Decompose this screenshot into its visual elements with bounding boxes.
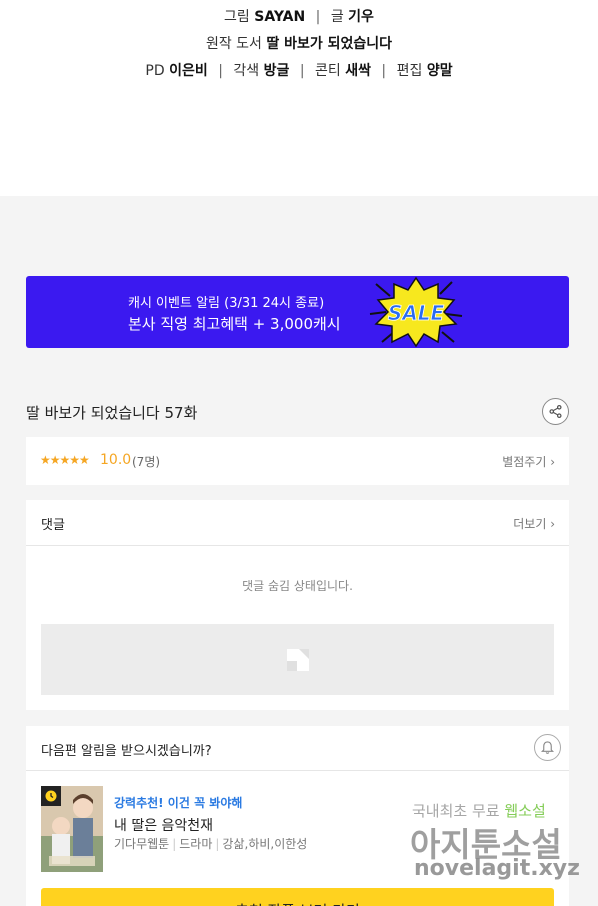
credit-separator: | [315, 9, 321, 25]
credit-name: 새싹 [345, 63, 371, 79]
recommendation-tag: 강력추천! 이건 꼭 봐야해 [114, 796, 243, 810]
credit-name: 방글 [263, 63, 290, 79]
banner-line-1: 캐시 이벤트 알림 (3/31 24시 종료) [128, 296, 325, 311]
recommended-work-thumbnail[interactable] [41, 786, 103, 872]
work-authors: 강삶,하비,이한성 [222, 837, 308, 851]
credit-separator: | [381, 63, 387, 79]
comments-card: 댓글 더보기 › 댓글 숨김 상태입니다. [26, 500, 569, 710]
credit-name: SAYAN [254, 9, 306, 25]
credit-name: 딸 바보가 되었습니다 [266, 36, 393, 52]
credit-separator: | [218, 63, 223, 79]
work-category: 기다무웹툰 [114, 837, 170, 851]
credit-role: 원작 도서 [205, 36, 262, 52]
credit-name: 이은비 [169, 63, 208, 79]
site-watermark: 국내최초 무료 웹소설 아지툰소설 novelagit.xyz [410, 796, 590, 892]
recommended-work-meta: 기다무웹툰 | 드라마 | 강삶,하비,이한성 [114, 835, 307, 852]
clock-icon [41, 786, 61, 806]
star-rating-icon: ★★★★★ [40, 453, 90, 467]
recommended-work-title[interactable]: 내 딸은 음악천재 [114, 815, 213, 835]
episode-title: 딸 바보가 되었습니다 57화 [26, 404, 198, 422]
ad-placeholder[interactable] [41, 624, 554, 695]
credits-section: 그림 SAYAN | 글 기우 원작 도서 딸 바보가 되었습니다 PD 이은비… [0, 0, 598, 196]
credit-separator: | [299, 63, 305, 79]
share-button[interactable] [542, 398, 569, 425]
comments-hidden-notice: 댓글 숨김 상태입니다. [242, 579, 353, 593]
meta-separator: | [215, 837, 220, 851]
credit-role: PD [145, 63, 165, 79]
credit-role: 그림 [224, 9, 250, 25]
work-genre: 드라마 [179, 837, 213, 851]
credit-role: 편집 [396, 63, 423, 79]
svg-text:SALE: SALE [388, 301, 445, 325]
comments-heading: 댓글 [41, 518, 65, 533]
share-icon [549, 404, 562, 419]
divider [26, 545, 569, 546]
comments-more-link[interactable]: 더보기 › [513, 515, 555, 532]
rating-count: (7명) [132, 455, 161, 469]
rating-score: 10.0 [100, 452, 132, 468]
credit-name: 양말 [426, 63, 453, 79]
divider [26, 770, 569, 771]
notify-question: 다음편 알림을 받으시겠습니까? [41, 744, 212, 759]
credit-name: 기우 [348, 9, 374, 25]
credit-line-staff: PD 이은비 | 각색 방글 | 콘티 새싹 | 편집 양말 [0, 60, 598, 80]
placeholder-image-icon [287, 649, 309, 671]
watermark-url: novelagit.xyz [414, 856, 580, 881]
sale-burst-icon: SALE [369, 276, 463, 348]
notify-bell-button[interactable] [534, 734, 561, 761]
cash-event-banner[interactable]: 캐시 이벤트 알림 (3/31 24시 종료) 본사 직영 최고혜택 + 3,0… [26, 276, 569, 348]
rate-button[interactable]: 별점주기 › [502, 453, 555, 470]
credit-line-artist-writer: 그림 SAYAN | 글 기우 [0, 6, 598, 26]
banner-line-2: 본사 직영 최고혜택 + 3,000캐시 [128, 315, 341, 333]
credit-role: 글 [330, 9, 344, 25]
meta-separator: | [172, 837, 177, 851]
credit-role: 콘티 [314, 63, 341, 79]
rating-card: ★★★★★ 10.0 (7명) 별점주기 › [26, 437, 569, 485]
credit-line-original: 원작 도서 딸 바보가 되었습니다 [0, 33, 598, 53]
bell-icon [540, 741, 555, 754]
credit-role: 각색 [233, 63, 260, 79]
